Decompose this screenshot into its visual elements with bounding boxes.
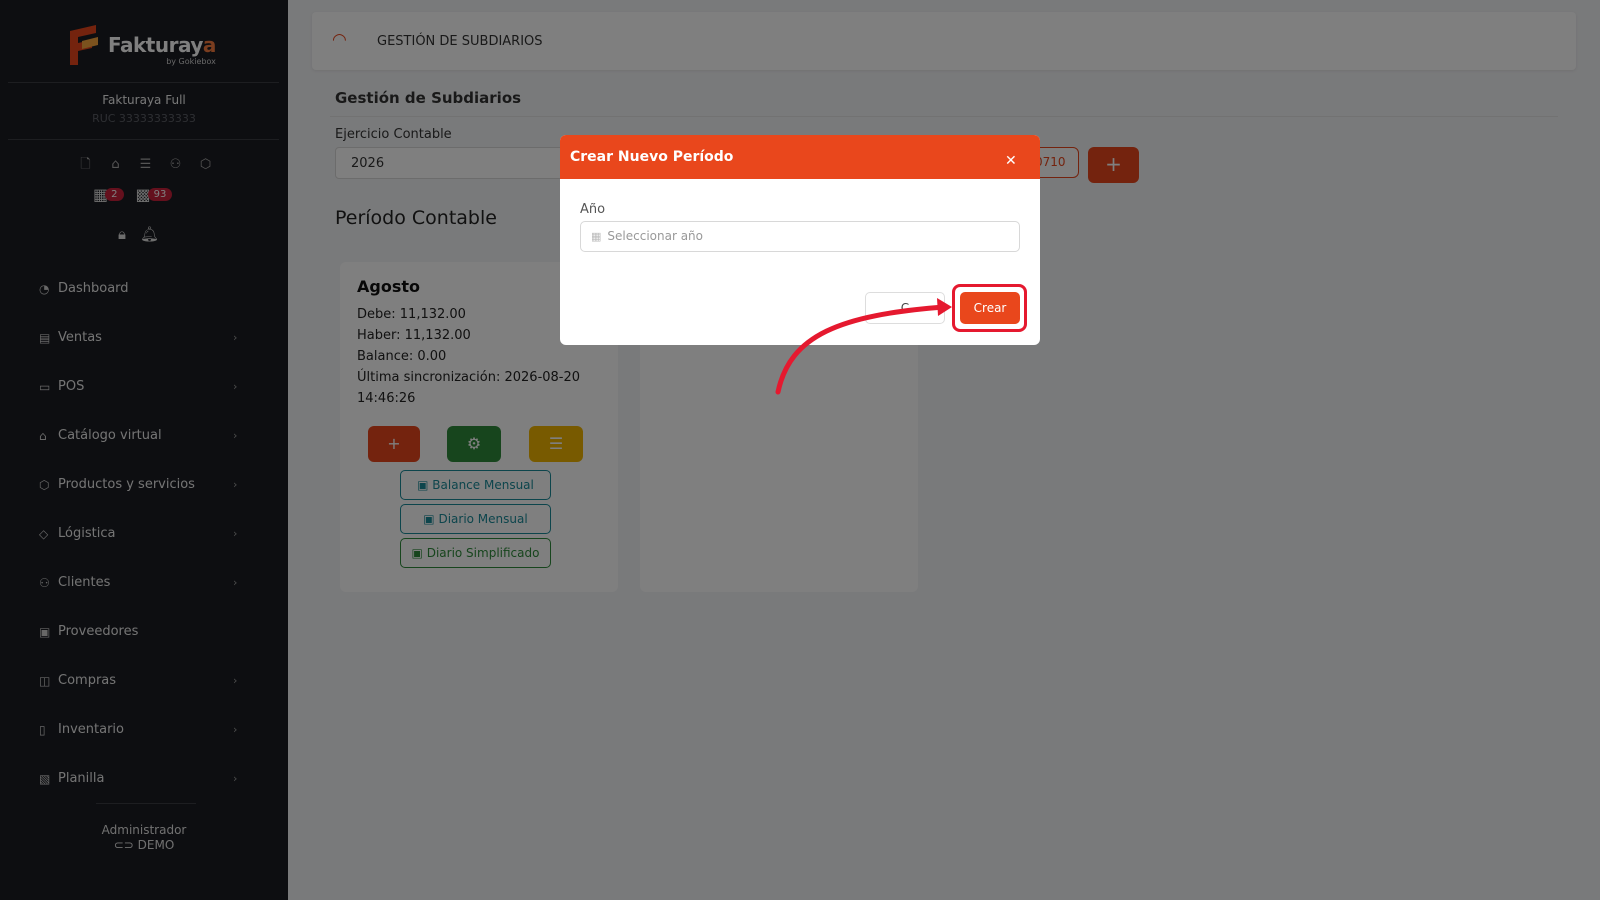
year-label: Año: [580, 202, 606, 217]
close-icon[interactable]: ✕: [1005, 153, 1017, 169]
modal-title: Crear Nuevo Período: [570, 149, 734, 165]
highlight-box: [952, 284, 1027, 332]
year-input[interactable]: ▦ Seleccionar año: [580, 221, 1020, 252]
calendar-icon: ▦: [591, 230, 602, 243]
year-placeholder: Seleccionar año: [607, 229, 704, 243]
cancel-label: C: [900, 301, 910, 315]
modal-header: Crear Nuevo Período ✕: [560, 135, 1040, 179]
cancel-button[interactable]: C: [865, 292, 945, 324]
